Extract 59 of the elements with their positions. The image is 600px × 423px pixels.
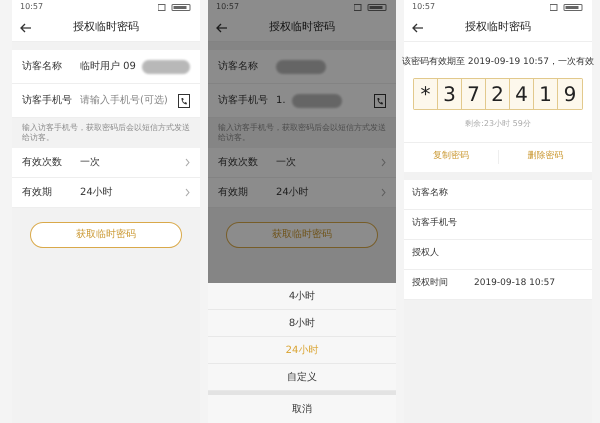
cancel-button[interactable]: 取消: [208, 395, 396, 423]
option-value: 一次: [80, 156, 100, 170]
info-label: 授权人: [412, 247, 440, 260]
contact-book-icon[interactable]: [374, 94, 386, 108]
info-label: 访客手机号: [412, 217, 458, 230]
page-title: 授权临时密码: [269, 19, 335, 36]
action-link[interactable]: 复制密码: [404, 150, 498, 164]
option-label: 有效期: [22, 186, 53, 200]
option-value: 24小时: [80, 186, 113, 200]
chevron-right-icon: [381, 188, 386, 197]
option-row[interactable]: 有效次数 一次: [12, 148, 200, 178]
password-digit: 7: [462, 78, 486, 108]
info-label: 访客名称: [412, 187, 449, 200]
field-label: 访客名称: [22, 60, 63, 74]
field-value: 临时用户 09: [80, 60, 136, 74]
contact-book-icon[interactable]: [178, 94, 190, 108]
option-label: 有效次数: [218, 156, 259, 170]
option-row[interactable]: 有效次数 一次: [208, 148, 396, 178]
page-title: 授权临时密码: [465, 19, 531, 36]
info-value: 2019-09-18 10:57: [474, 277, 556, 290]
status-icons: [354, 4, 388, 10]
validity-text: 该密码有效期至 2019-09-19 10:57，一次有效: [402, 56, 594, 69]
password-digit: 9: [558, 78, 582, 108]
option-label: 有效期: [218, 186, 249, 200]
page-title: 授权临时密码: [73, 19, 139, 36]
password-digit: 2: [486, 78, 510, 108]
sheet-option[interactable]: 8小时: [208, 310, 396, 337]
option-label: 有效次数: [22, 156, 63, 170]
field-label: 访客手机号: [218, 94, 269, 108]
password-digit: 3: [438, 78, 462, 108]
field-value: 1.: [276, 94, 286, 108]
password-digit: *: [414, 78, 438, 108]
info-label: 授权时间: [412, 277, 449, 290]
remaining-time: 剩余:23小时 59分: [465, 118, 531, 130]
back-arrow-icon[interactable]: [412, 22, 424, 32]
status-time: 10:57: [412, 1, 436, 13]
back-arrow-icon[interactable]: [216, 22, 228, 32]
option-value: 24小时: [276, 186, 309, 200]
chevron-right-icon: [185, 158, 190, 167]
sheet-option[interactable]: 4小时: [208, 283, 396, 310]
status-time: 10:57: [20, 1, 44, 13]
chevron-right-icon: [185, 188, 190, 197]
option-row[interactable]: 有效期 24小时: [12, 178, 200, 208]
chevron-right-icon: [381, 158, 386, 167]
option-value: 一次: [276, 156, 296, 170]
hint-text: 输入访客手机号，获取密码后会以短信方式发送给访客。: [217, 122, 387, 144]
field-label: 访客名称: [218, 60, 259, 74]
get-password-button[interactable]: 获取临时密码: [30, 222, 182, 248]
phone-input-field[interactable]: 请输入手机号(可选): [80, 93, 170, 108]
hint-text: 输入访客手机号，获取密码后会以短信方式发送给访客。: [21, 122, 191, 144]
status-icons: [550, 4, 584, 10]
action-link[interactable]: 删除密码: [498, 150, 592, 164]
status-time: 10:57: [216, 1, 240, 13]
password-digit: 1: [534, 78, 558, 108]
option-row[interactable]: 有效期 24小时: [208, 178, 396, 208]
back-arrow-icon[interactable]: [20, 22, 32, 32]
password-digit: 4: [510, 78, 534, 108]
status-icons: [158, 4, 192, 10]
field-label: 访客手机号: [22, 94, 73, 108]
